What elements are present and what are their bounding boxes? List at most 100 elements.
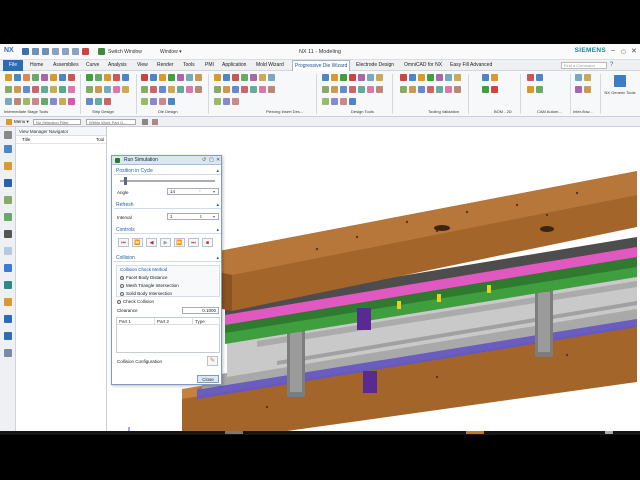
- go-to-start-button[interactable]: ⏮: [118, 238, 129, 247]
- tab-progressive-die-wizard[interactable]: Progressive Die Wizard: [292, 60, 351, 71]
- tab-omnicad[interactable]: OmniCAD for NX: [402, 60, 444, 71]
- close-button[interactable]: Close: [197, 375, 219, 383]
- nx-generic-tools-button[interactable]: NX Generic Tools: [603, 90, 637, 95]
- strip-icon[interactable]: [59, 86, 66, 93]
- insert-tool-7-icon[interactable]: [268, 86, 275, 93]
- remove-icon[interactable]: [41, 86, 48, 93]
- constraint-navigator-icon[interactable]: [4, 162, 12, 170]
- insert-tool-1-icon[interactable]: [214, 86, 221, 93]
- menu-button[interactable]: Menu ▾: [14, 119, 29, 125]
- strip-report-icon[interactable]: [86, 98, 93, 105]
- refresh-section[interactable]: Refresh ▴: [114, 201, 221, 209]
- dowel-icon[interactable]: [150, 98, 157, 105]
- intermediate-stage-icon[interactable]: [5, 86, 12, 93]
- column-title[interactable]: Title: [22, 136, 30, 144]
- stop-button[interactable]: ■: [202, 238, 213, 247]
- snap-point-icon[interactable]: [142, 119, 148, 125]
- type-filter-select[interactable]: No Selection Filter: [33, 119, 81, 125]
- interflow-3-icon[interactable]: [575, 86, 582, 93]
- hd3d-tools-icon[interactable]: [4, 213, 12, 221]
- validation-10-icon[interactable]: [418, 86, 425, 93]
- step-back-button[interactable]: ⏪: [132, 238, 143, 247]
- interval-field[interactable]: 1: [167, 213, 219, 220]
- pitch-icon[interactable]: [5, 98, 12, 105]
- insert-tool-4-icon[interactable]: [241, 86, 248, 93]
- validation-8-icon[interactable]: [400, 86, 407, 93]
- tab-view[interactable]: View: [135, 60, 150, 71]
- screw-icon[interactable]: [159, 86, 166, 93]
- insert-tool-10-icon[interactable]: [232, 98, 239, 105]
- flange-icon[interactable]: [23, 86, 30, 93]
- die-plate-icon[interactable]: [150, 74, 157, 81]
- strip-pilot-icon[interactable]: [95, 86, 102, 93]
- bolt-icon[interactable]: [141, 98, 148, 105]
- hole-table-icon[interactable]: [482, 86, 489, 93]
- strip-export-icon[interactable]: [95, 98, 102, 105]
- guide-icon[interactable]: [141, 86, 148, 93]
- column-part-1[interactable]: Part 1: [117, 318, 155, 325]
- facet-body-distance-radio[interactable]: Facet Body Distance: [120, 275, 168, 280]
- snap-endpoint-icon[interactable]: [152, 119, 158, 125]
- lifter-icon[interactable]: [177, 86, 184, 93]
- dialog-title-bar[interactable]: Run Simulation ↺ ▢ ✕: [112, 156, 221, 165]
- strip-verify-icon[interactable]: [68, 98, 75, 105]
- settings-icon[interactable]: [4, 131, 12, 139]
- initialize-project-icon[interactable]: [14, 74, 21, 81]
- interflow-2-icon[interactable]: [584, 74, 591, 81]
- clearance-field[interactable]: 0.1000: [182, 307, 219, 314]
- angle-field[interactable]: 14: [167, 188, 219, 195]
- tab-file[interactable]: File: [3, 60, 23, 71]
- design-tool-6-icon[interactable]: [367, 74, 374, 81]
- reuse-library-icon[interactable]: [4, 196, 12, 204]
- assembly-navigator-icon[interactable]: [4, 145, 12, 153]
- station-icon[interactable]: [59, 98, 66, 105]
- design-process-icon[interactable]: [5, 74, 12, 81]
- solid-body-intersection-radio[interactable]: Solid Body Intersection: [120, 291, 172, 296]
- blank-generator-icon[interactable]: [32, 74, 39, 81]
- validation-11-icon[interactable]: [427, 86, 434, 93]
- design-tool-5-icon[interactable]: [358, 74, 365, 81]
- angle-slider-track[interactable]: [120, 180, 215, 182]
- bom-icon[interactable]: [482, 74, 489, 81]
- validation-3-icon[interactable]: [418, 74, 425, 81]
- layout-icon[interactable]: [68, 86, 75, 93]
- piercing-insert-icon[interactable]: [214, 74, 221, 81]
- validation-4-icon[interactable]: [427, 74, 434, 81]
- design-tool-18-icon[interactable]: [349, 98, 356, 105]
- tray-icon[interactable]: [605, 431, 613, 434]
- spring-icon[interactable]: [150, 86, 157, 93]
- menu-icon[interactable]: [6, 119, 12, 125]
- angle-slider-handle[interactable]: [124, 177, 127, 185]
- design-tool-1-icon[interactable]: [322, 74, 329, 81]
- column-type[interactable]: Type: [193, 318, 220, 325]
- pierce-icon[interactable]: [41, 98, 48, 105]
- strip-check-icon[interactable]: [122, 86, 129, 93]
- angle-dropdown-icon[interactable]: ▾: [213, 189, 215, 194]
- process-studio-icon[interactable]: [4, 281, 12, 289]
- play-forward-button[interactable]: ▶: [160, 238, 171, 247]
- trim-icon[interactable]: [32, 98, 39, 105]
- insert-tool-5-icon[interactable]: [250, 86, 257, 93]
- insert-standard-icon[interactable]: [268, 74, 275, 81]
- design-tool-11-icon[interactable]: [349, 86, 356, 93]
- knowledge-fusion-icon[interactable]: [4, 332, 12, 340]
- validation-9-icon[interactable]: [409, 86, 416, 93]
- insert-relief-icon[interactable]: [250, 74, 257, 81]
- tab-mold-wizard[interactable]: Mold Wizard: [254, 60, 286, 71]
- design-tool-15-icon[interactable]: [322, 98, 329, 105]
- validation-12-icon[interactable]: [436, 86, 443, 93]
- form-icon[interactable]: [50, 74, 57, 81]
- command-search-input[interactable]: Find a Command: [561, 62, 607, 69]
- design-tool-8-icon[interactable]: [322, 86, 329, 93]
- interflow-1-icon[interactable]: [575, 74, 582, 81]
- view-manager-icon[interactable]: [4, 230, 12, 238]
- help-icon[interactable]: ?: [610, 62, 613, 68]
- validation-13-icon[interactable]: [445, 86, 452, 93]
- check-collision-checkbox[interactable]: Check Collision: [117, 299, 154, 304]
- pilot-icon[interactable]: [14, 98, 21, 105]
- insert-tool-6-icon[interactable]: [259, 86, 266, 93]
- design-tool-12-icon[interactable]: [358, 86, 365, 93]
- tab-render[interactable]: Render: [155, 60, 175, 71]
- strip-delete-icon[interactable]: [104, 98, 111, 105]
- position-in-cycle-section[interactable]: Position in Cycle ▴: [114, 167, 221, 175]
